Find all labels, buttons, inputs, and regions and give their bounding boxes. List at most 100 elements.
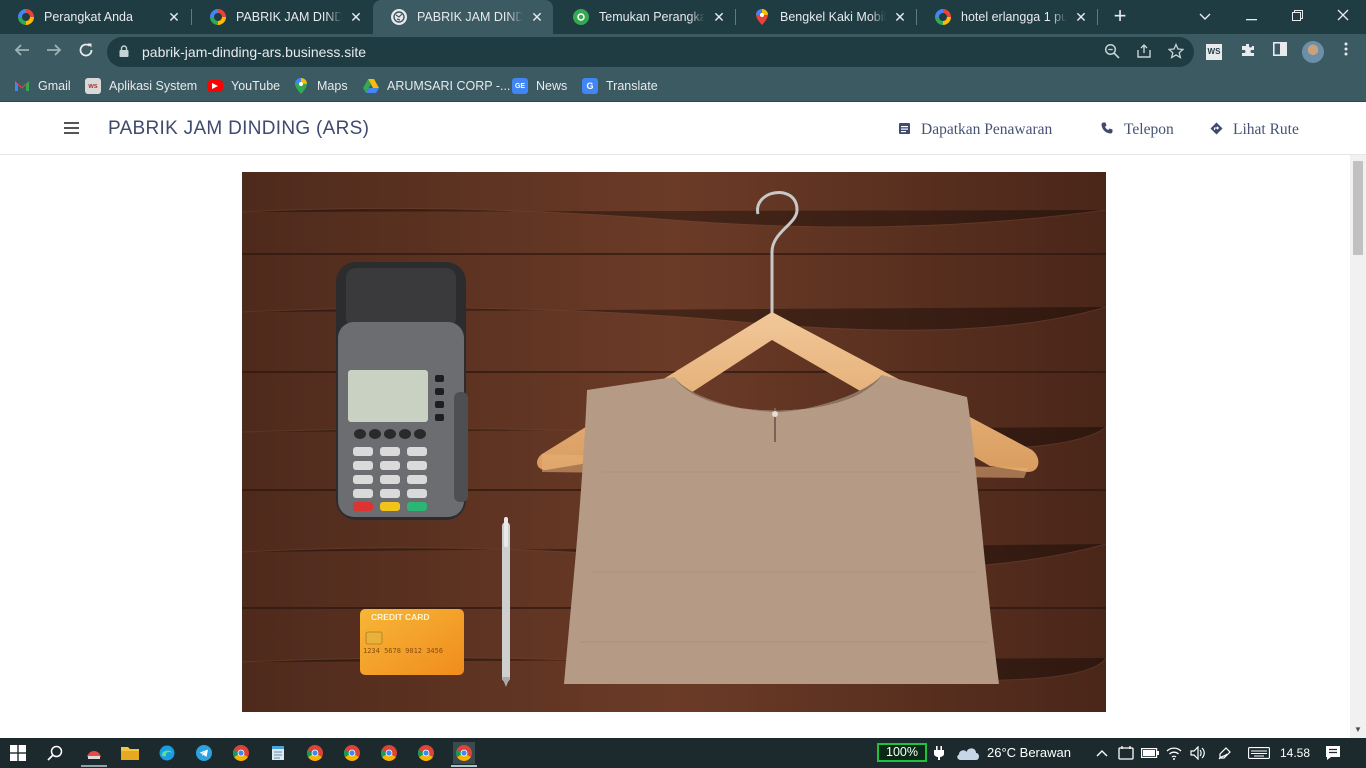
file-explorer-icon[interactable] bbox=[120, 743, 140, 763]
app-launcher-icon[interactable] bbox=[84, 743, 104, 763]
close-icon[interactable]: ✕ bbox=[711, 9, 727, 25]
bookmark-label: Gmail bbox=[38, 79, 71, 93]
clock-time[interactable]: 14.58 bbox=[1280, 746, 1310, 760]
close-icon[interactable]: ✕ bbox=[1073, 9, 1089, 25]
phone-label: Telepon bbox=[1124, 121, 1174, 138]
chrome-profile-1-icon[interactable] bbox=[305, 743, 325, 763]
google-icon bbox=[210, 9, 226, 25]
side-panel-icon[interactable] bbox=[1270, 42, 1290, 62]
offer-icon bbox=[895, 122, 913, 138]
pen bbox=[502, 517, 510, 687]
chrome-profile-3-icon[interactable] bbox=[379, 743, 399, 763]
tab-title: PABRIK JAM DINDING bbox=[417, 10, 523, 24]
search-icon[interactable] bbox=[45, 743, 65, 763]
new-tab-button[interactable]: + bbox=[1108, 5, 1132, 29]
restore-button[interactable] bbox=[1274, 0, 1320, 34]
power-plug-icon[interactable] bbox=[929, 743, 949, 763]
page-content: CREDIT CARD 1234 5678 9012 3456 bbox=[0, 155, 1350, 738]
extensions-icon[interactable] bbox=[1238, 42, 1258, 62]
url-text[interactable]: pabrik-jam-dinding-ars.business.site bbox=[142, 44, 366, 60]
battery-icon[interactable] bbox=[1140, 743, 1160, 763]
close-icon[interactable]: ✕ bbox=[166, 9, 182, 25]
bookmark-news[interactable]: GE News bbox=[512, 76, 567, 96]
notepad-icon[interactable] bbox=[268, 743, 288, 763]
notification-center-icon[interactable] bbox=[1323, 743, 1343, 763]
credit-card-label: CREDIT CARD bbox=[371, 612, 430, 622]
keyboard-icon[interactable] bbox=[1247, 743, 1271, 763]
profile-avatar[interactable] bbox=[1302, 41, 1324, 63]
scroll-down-arrow-icon[interactable]: ▼ bbox=[1354, 725, 1362, 734]
get-offer-label: Dapatkan Penawaran bbox=[921, 121, 1053, 138]
weather-text[interactable]: 26°C Berawan bbox=[987, 745, 1071, 760]
minimize-button[interactable] bbox=[1228, 0, 1274, 34]
volume-icon[interactable] bbox=[1188, 743, 1208, 763]
active-app-indicator bbox=[451, 765, 477, 767]
tab-temukan-perangkat[interactable]: Temukan Perangkat Saya ✕ bbox=[555, 0, 735, 34]
wifi-icon[interactable] bbox=[1164, 743, 1184, 763]
tab-divider bbox=[1097, 9, 1098, 25]
tab-bengkel[interactable]: Bengkel Kaki Mobil Ar ✕ bbox=[736, 0, 916, 34]
show-hidden-icons-icon[interactable] bbox=[1092, 743, 1112, 763]
bookmark-star-icon[interactable] bbox=[1167, 42, 1185, 61]
tab-pabrik-jam-1[interactable]: PABRIK JAM DINDING ✕ bbox=[192, 0, 372, 34]
tab-pabrik-jam-active[interactable]: PABRIK JAM DINDING ✕ bbox=[373, 0, 553, 34]
bookmark-label: Aplikasi System bbox=[109, 79, 198, 93]
close-window-button[interactable] bbox=[1320, 0, 1366, 34]
edge-icon[interactable] bbox=[157, 743, 177, 763]
close-icon[interactable]: ✕ bbox=[892, 9, 908, 25]
youtube-icon bbox=[207, 80, 223, 92]
pen-input-icon[interactable] bbox=[1215, 743, 1235, 763]
share-icon[interactable] bbox=[1135, 43, 1153, 61]
forward-icon[interactable] bbox=[42, 40, 66, 64]
tab-hotel-erlangga[interactable]: hotel erlangga 1 purw ✕ bbox=[917, 0, 1097, 34]
bookmark-gmail[interactable]: Gmail bbox=[14, 76, 71, 96]
chrome-profile-4-icon[interactable] bbox=[416, 743, 436, 763]
directions-icon bbox=[1207, 122, 1225, 139]
zoom-icon[interactable] bbox=[1103, 43, 1121, 61]
phone-link[interactable]: Telepon bbox=[1098, 119, 1174, 141]
scrollbar-thumb[interactable] bbox=[1353, 161, 1363, 255]
bookmark-maps[interactable]: Maps bbox=[293, 76, 348, 96]
reload-icon[interactable] bbox=[74, 40, 98, 64]
bookmark-translate[interactable]: G Translate bbox=[582, 76, 658, 96]
cloud-weather-icon[interactable] bbox=[955, 743, 981, 763]
sleeveless-top bbox=[564, 375, 999, 684]
notification-app-icon[interactable] bbox=[1116, 743, 1136, 763]
gmail-icon bbox=[14, 78, 30, 94]
close-icon[interactable]: ✕ bbox=[348, 9, 364, 25]
get-offer-link[interactable]: Dapatkan Penawaran bbox=[895, 119, 1052, 141]
tab-search-button[interactable] bbox=[1182, 0, 1228, 34]
tab-title: hotel erlangga 1 purw bbox=[961, 10, 1067, 24]
tab-perangkat-anda[interactable]: Perangkat Anda ✕ bbox=[0, 0, 190, 34]
bookmark-label: News bbox=[536, 79, 568, 93]
credit-card-number: 1234 5678 9012 3456 bbox=[363, 647, 443, 655]
directions-link[interactable]: Lihat Rute bbox=[1207, 119, 1299, 141]
lock-icon[interactable] bbox=[119, 45, 129, 57]
tab-title: PABRIK JAM DINDING bbox=[236, 10, 342, 24]
address-bar[interactable]: pabrik-jam-dinding-ars.business.site bbox=[107, 37, 1194, 67]
chrome-profile-2-icon[interactable] bbox=[342, 743, 362, 763]
hamburger-menu-icon[interactable] bbox=[64, 122, 79, 134]
close-icon[interactable]: ✕ bbox=[529, 9, 545, 25]
site-title[interactable]: PABRIK JAM DINDING (ARS) bbox=[108, 118, 369, 140]
telegram-icon[interactable] bbox=[194, 743, 214, 763]
bookmark-label: Translate bbox=[606, 79, 658, 93]
google-icon bbox=[18, 9, 34, 25]
bookmark-arumsari[interactable]: ARUMSARI CORP -... bbox=[363, 76, 510, 96]
phone-icon bbox=[1098, 122, 1116, 138]
bookmark-aplikasi-system[interactable]: ws Aplikasi System bbox=[85, 76, 197, 96]
battery-percentage[interactable]: 100% bbox=[877, 743, 927, 762]
news-icon: GE bbox=[512, 78, 528, 94]
ws-extension-icon[interactable]: WS bbox=[1206, 44, 1222, 60]
chrome-active-window-icon[interactable] bbox=[453, 742, 475, 764]
browser-toolbar: pabrik-jam-dinding-ars.business.site WS bbox=[0, 34, 1366, 70]
windows-start-icon[interactable] bbox=[8, 743, 28, 763]
windows-taskbar: 100% 26°C Berawan 14.58 bbox=[0, 738, 1366, 768]
bookmark-youtube[interactable]: YouTube bbox=[207, 76, 280, 96]
back-icon[interactable] bbox=[10, 40, 34, 64]
tab-title: Bengkel Kaki Mobil Ar bbox=[780, 10, 886, 24]
page-scrollbar[interactable]: ▼ bbox=[1350, 155, 1366, 738]
chrome-icon[interactable] bbox=[231, 743, 251, 763]
menu-kebab-icon[interactable] bbox=[1336, 42, 1356, 62]
google-icon bbox=[935, 9, 951, 25]
